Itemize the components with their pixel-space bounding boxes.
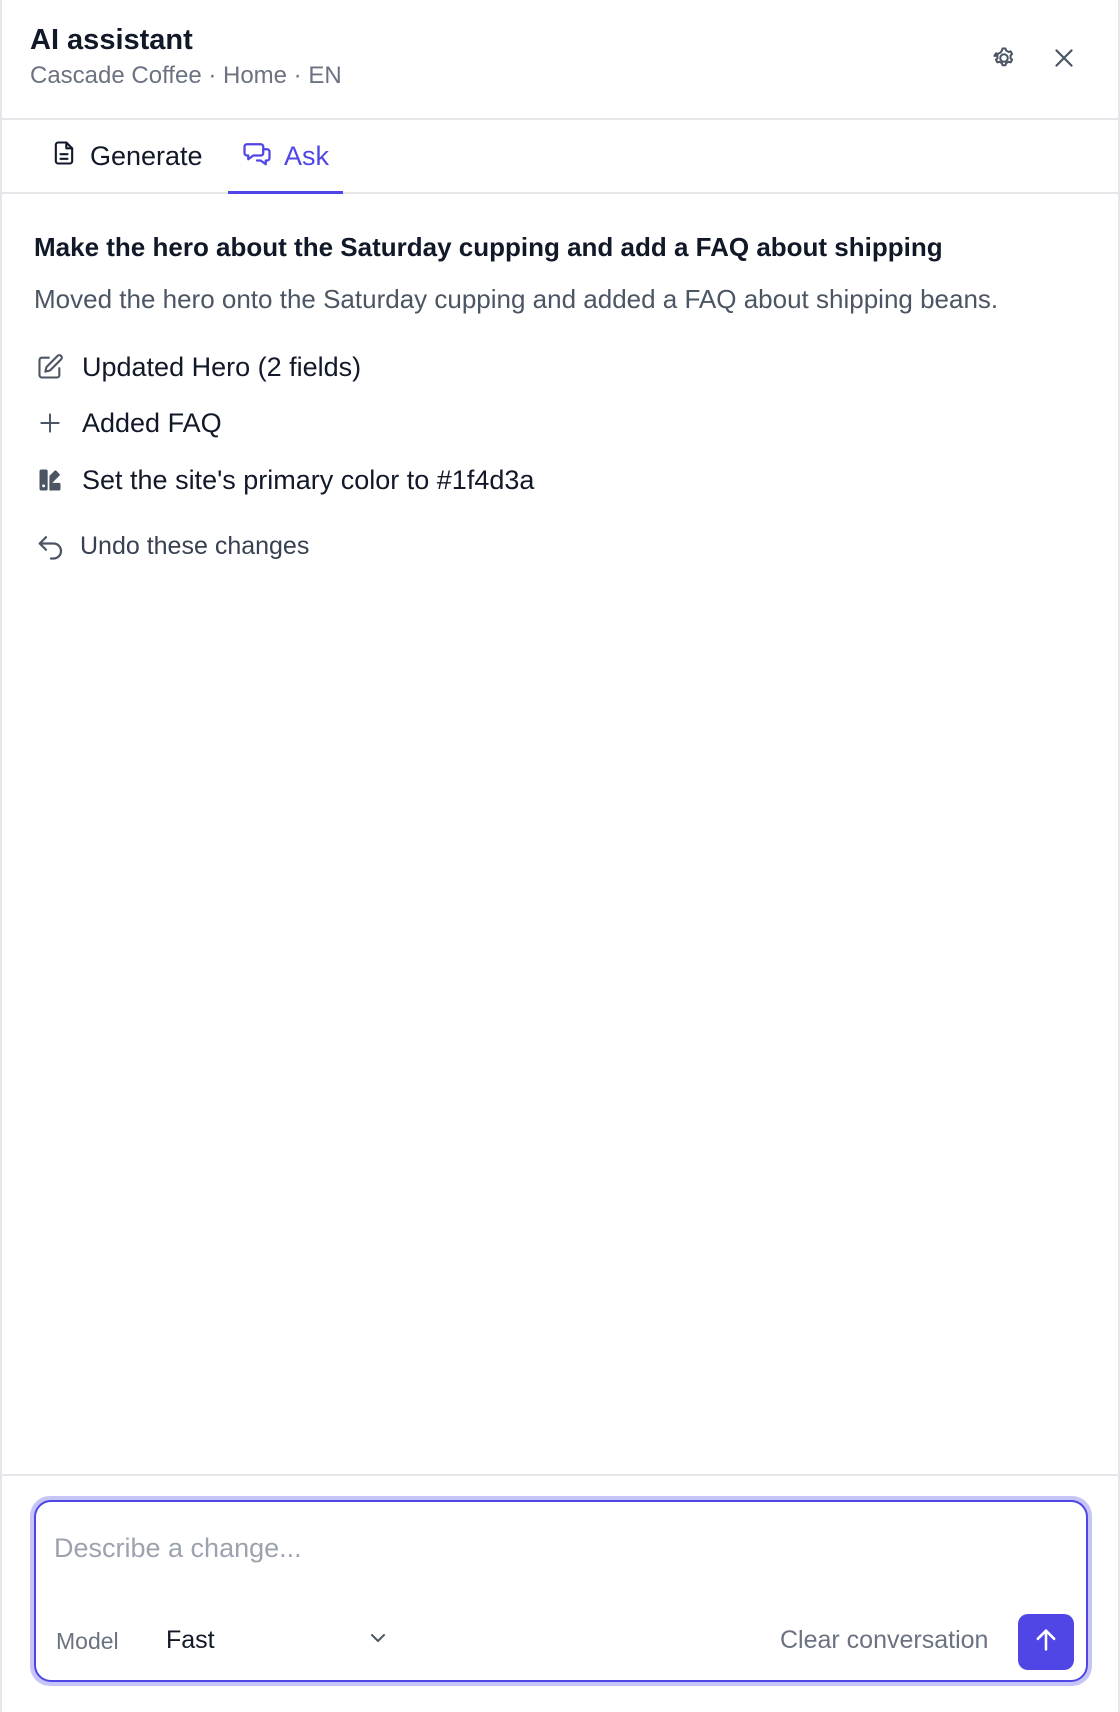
settings-button[interactable] (982, 38, 1026, 82)
panel-left-border (0, 0, 2, 1712)
model-value: Fast (166, 1625, 215, 1654)
chat-icon (242, 138, 272, 175)
composer: Model Fast Clear conversation (34, 1500, 1088, 1682)
chevron-down-icon (366, 1626, 390, 1655)
undo-changes-button[interactable]: Undo these changes (34, 526, 309, 566)
panel-title: AI assistant (30, 24, 193, 56)
change-text: Updated Hero (2 fields) (82, 351, 362, 382)
change-item: Added FAQ (34, 403, 222, 443)
gear-icon (989, 43, 1019, 78)
tab-generate[interactable]: Generate (36, 120, 217, 192)
plus-icon (34, 407, 66, 439)
change-request-input[interactable] (54, 1518, 1064, 1578)
tab-bar: Generate Ask (2, 120, 1118, 194)
close-icon (1051, 45, 1077, 76)
panel-header: AI assistant Cascade Coffee · Home · EN (2, 0, 1118, 120)
model-select[interactable]: Fast (152, 1614, 402, 1666)
edit-icon (34, 351, 66, 383)
assistant-reply: Moved the hero onto the Saturday cupping… (34, 284, 999, 314)
send-button[interactable] (1018, 1614, 1074, 1670)
arrow-up-icon (1032, 1626, 1060, 1659)
user-prompt: Make the hero about the Saturday cupping… (34, 232, 943, 262)
close-button[interactable] (1042, 38, 1086, 82)
tab-ask[interactable]: Ask (228, 120, 344, 194)
document-icon (50, 139, 78, 174)
change-item: Updated Hero (2 fields) (34, 347, 361, 387)
change-text: Set the site's primary color to #1f4d3a (82, 464, 535, 495)
clear-conversation-button[interactable]: Clear conversation (780, 1626, 988, 1655)
change-item: Set the site's primary color to #1f4d3a (34, 460, 534, 500)
model-label: Model (56, 1628, 119, 1654)
ai-assistant-panel: AI assistant Cascade Coffee · Home · EN (0, 0, 1120, 1712)
palette-icon (34, 464, 66, 496)
panel-subtitle: Cascade Coffee · Home · EN (30, 62, 342, 89)
tab-ask-label: Ask (284, 140, 330, 171)
footer-divider (2, 1474, 1118, 1476)
change-text: Added FAQ (82, 407, 222, 438)
undo-icon (34, 529, 68, 563)
tab-generate-label: Generate (90, 140, 203, 171)
undo-label: Undo these changes (80, 531, 310, 560)
